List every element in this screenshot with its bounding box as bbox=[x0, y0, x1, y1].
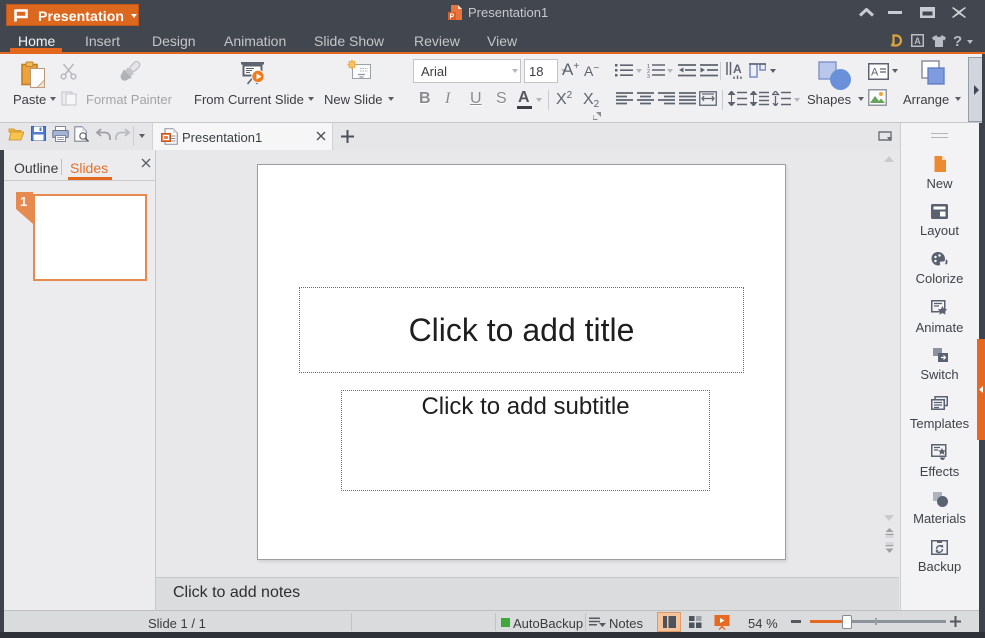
svg-text:P: P bbox=[450, 14, 455, 20]
svg-text:3: 3 bbox=[647, 74, 650, 78]
svg-text:A: A bbox=[914, 36, 921, 46]
svg-text:A: A bbox=[871, 67, 879, 79]
svg-text:A: A bbox=[733, 62, 742, 76]
